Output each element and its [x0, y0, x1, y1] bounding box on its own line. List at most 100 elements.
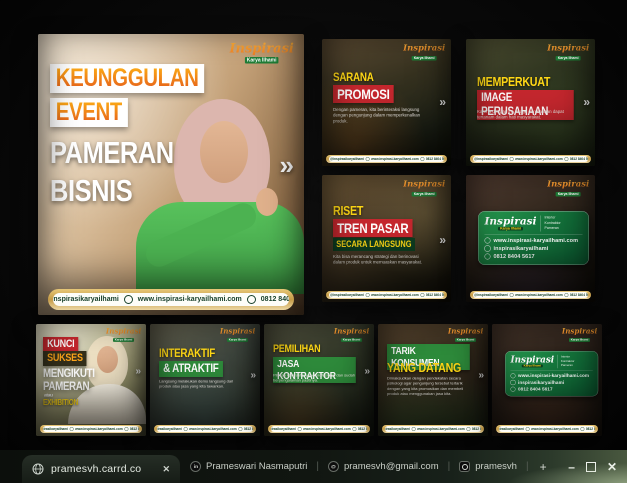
vignette — [322, 39, 451, 166]
globe-icon — [526, 427, 530, 431]
contact-footer-bar: @inspirasikaryailhamiwww.inspirasi-karya… — [154, 425, 256, 433]
phone-icon — [420, 293, 424, 297]
email-link[interactable]: @ pramesvh@gmail.com — [328, 461, 439, 472]
footer-phone: 0812 8404 5617 — [570, 157, 588, 161]
taskbar-links: in Prameswari Nasmaputri | @ pramesvh@gm… — [190, 450, 547, 483]
instagram-label: pramesvh — [475, 461, 517, 472]
contact-pill: @inspirasikaryailhamiwww.inspirasi-karya… — [157, 426, 254, 432]
post-memperkuat-image: Inspirasi Karya Ilhami MEMPERKUAT IMAGE … — [466, 39, 595, 166]
vignette — [36, 324, 146, 436]
footer-instagram: @inspirasikaryailhami — [157, 427, 183, 431]
globe-icon — [70, 427, 74, 431]
instagram-icon — [459, 461, 470, 472]
vignette — [466, 175, 595, 302]
post-tarik-konsumen: Inspirasi Karya Ilhami TARIK KONSUMEN YA… — [378, 324, 488, 436]
footer-phone: 0812 8404 5617 — [426, 157, 444, 161]
post-contact-card-small: Inspirasi Karya Ilhami Inspirasi Karya I… — [492, 324, 602, 436]
portfolio-mockup: Inspirasi Karya Ilhami KEUNGGULAN EVENT … — [0, 0, 627, 483]
contact-footer-bar: @inspirasikaryailhami www.inspirasi-karya… — [382, 425, 484, 433]
post-sarana-promosi: Inspirasi Karya Ilhami SARANA PROMOSI De… — [322, 39, 451, 166]
footer-website: www.inspirasi-karyailhami.com — [138, 296, 242, 303]
post-kunci-sukses: Inspirasi Karya Ilhami KUNCI SUKSES MENG… — [36, 324, 146, 436]
globe-icon — [184, 427, 188, 431]
contact-footer-bar: @inspirasikaryailhamiwww.inspirasi-karya… — [326, 291, 447, 299]
footer-instagram: @inspirasikaryailhami — [474, 157, 508, 161]
post-pemilihan-jasa-kontraktor: Inspirasi Karya Ilhami PEMILIHAN JASA KO… — [264, 324, 374, 436]
vignette — [150, 324, 260, 436]
footer-instagram: @inspirasikaryailhami — [499, 427, 525, 431]
maximize-button[interactable] — [586, 462, 596, 472]
window-controls: – ✕ — [568, 450, 617, 483]
post-interaktif-atraktif: Inspirasi Karya Ilhami INTERAKTIF & ATRA… — [150, 324, 260, 436]
new-tab-button[interactable]: + — [540, 460, 547, 474]
footer-instagram: @inspirasikaryailhami — [330, 157, 364, 161]
email-icon: @ — [328, 461, 339, 472]
vignette — [492, 324, 602, 436]
tab-url: pramesvh.carrd.co — [51, 463, 155, 475]
footer-phone: 0812 8404 5617 — [586, 427, 595, 431]
phone-icon — [420, 157, 424, 161]
globe-icon — [298, 427, 302, 431]
post-keunggulan-event: Inspirasi Karya Ilhami KEUNGGULAN EVENT … — [38, 34, 304, 315]
separator: | — [526, 461, 529, 472]
vignette — [378, 324, 488, 436]
footer-instagram: @inspirasikaryailhami — [385, 427, 411, 431]
footer-website: www.inspirasi-karyailhami.com — [531, 427, 579, 431]
footer-instagram: @inspirasikaryailhami — [53, 296, 119, 303]
footer-phone: 0812 8404 5617 — [130, 427, 139, 431]
close-button[interactable]: ✕ — [607, 460, 617, 474]
linkedin-icon: in — [190, 461, 201, 472]
globe-icon — [365, 157, 369, 161]
globe-icon — [32, 463, 44, 475]
contact-pill: @inspirasikaryailhami www.inspirasi-karya… — [499, 426, 596, 432]
phone-icon — [247, 295, 256, 304]
footer-phone: 0812 8404 5617 — [472, 427, 481, 431]
globe-icon — [509, 157, 513, 161]
footer-website: www.inspirasi-karyailhami.com — [515, 157, 563, 161]
footer-instagram: @inspirasikaryailhami — [271, 427, 297, 431]
contact-pill: @inspirasikaryailhami www.inspirasi-karya… — [385, 426, 482, 432]
footer-phone: 0812 8404 5617 — [358, 427, 367, 431]
contact-pill: @inspirasikaryailhami www.inspirasi-karya… — [329, 156, 444, 162]
footer-website: www.inspirasi-karyailhami.com — [515, 293, 563, 297]
contact-pill: @inspirasikaryailhami www.inspirasi-karya… — [473, 156, 588, 162]
email-label: pramesvh@gmail.com — [344, 461, 439, 472]
tab-close-button[interactable]: ✕ — [162, 464, 170, 475]
contact-pill: @inspirasikaryailhami www.inspirasi-karya… — [271, 426, 368, 432]
contact-footer-bar: @inspirasikaryailhami www.inspirasi-karya… — [470, 291, 591, 299]
linkedin-label: Prameswari Nasmaputri — [206, 461, 307, 472]
phone-icon — [564, 157, 568, 161]
contact-footer-bar: @inspirasikaryailhami www.inspirasi-karya… — [326, 155, 447, 163]
footer-website: www.inspirasi-karyailhami.com — [371, 157, 419, 161]
minimize-button[interactable]: – — [568, 460, 575, 474]
phone-icon — [564, 293, 568, 297]
separator: | — [316, 461, 319, 472]
instagram-link[interactable]: pramesvh — [459, 461, 517, 472]
contact-pill: @inspirasikaryailhami www.inspirasi-karya… — [473, 292, 588, 298]
phone-icon — [353, 427, 357, 431]
contact-pill: @inspirasikaryailhamiwww.inspirasi-karya… — [43, 426, 140, 432]
phone-icon — [467, 427, 471, 431]
linkedin-link[interactable]: in Prameswari Nasmaputri — [190, 461, 307, 472]
contact-footer-bar: @inspirasikaryailhamiwww.inspirasi-karya… — [40, 425, 142, 433]
footer-website: www.inspirasi-karyailhami.com — [417, 427, 465, 431]
footer-website: www.inspirasi-karyailhami.com — [303, 427, 351, 431]
footer-instagram: @inspirasikaryailhami — [474, 293, 508, 297]
footer-phone: 0812 8404 5617 — [244, 427, 253, 431]
contact-pill: @inspirasikaryailhamiwww.inspirasi-karya… — [329, 292, 444, 298]
footer-website: www.inspirasi-karyailhami.com — [371, 293, 419, 297]
vignette — [322, 175, 451, 302]
bottom-taskbar: pramesvh.carrd.co ✕ in Prameswari Nasmap… — [0, 450, 627, 483]
contact-footer-bar: @inspirasikaryailhami www.inspirasi-karya… — [496, 425, 598, 433]
globe-icon — [365, 293, 369, 297]
post-riset-tren-pasar: Inspirasi Karya Ilhami RISET TREN PASAR … — [322, 175, 451, 302]
separator: | — [448, 461, 451, 472]
footer-phone: 0812 8404 5617 — [261, 296, 289, 303]
footer-instagram: @inspirasikaryailhami — [43, 427, 69, 431]
browser-tab[interactable]: pramesvh.carrd.co ✕ — [22, 455, 180, 483]
globe-icon — [412, 427, 416, 431]
contact-footer-bar: @inspirasikaryailhami www.inspirasi-kary… — [48, 289, 294, 310]
phone-icon — [581, 427, 585, 431]
phone-icon — [239, 427, 243, 431]
contact-pill: @inspirasikaryailhami www.inspirasi-kary… — [53, 293, 289, 306]
